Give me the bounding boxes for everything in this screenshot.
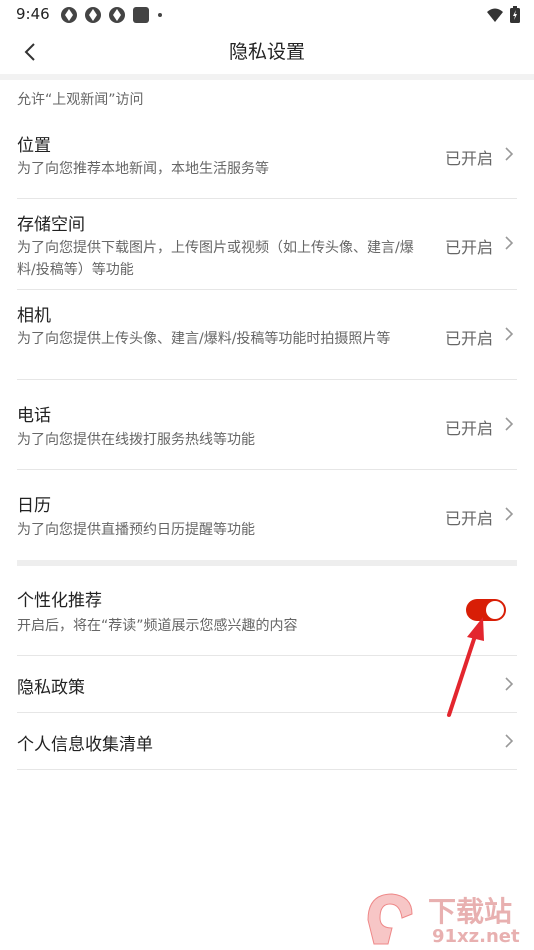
permission-status: 已开启	[444, 509, 493, 528]
permission-status: 已开启	[444, 329, 493, 348]
app-notification-icon	[133, 7, 149, 23]
notification-icon	[85, 7, 101, 23]
permission-status: 已开启	[444, 419, 493, 438]
permission-title: 存储空间	[17, 215, 85, 235]
permission-row-phone[interactable]: 电话 为了向您提供在线拨打服务热线等功能 已开启	[17, 380, 517, 470]
header-separator	[0, 74, 534, 80]
permission-row-location[interactable]: 位置 为了向您推荐本地新闻，本地生活服务等 已开启	[17, 110, 517, 199]
watermark-site: 91xz.net	[432, 926, 520, 947]
annotation-arrow-icon	[447, 617, 484, 717]
section-caption: 允许“上观新闻”访问	[17, 92, 144, 108]
permission-status: 已开启	[444, 149, 493, 168]
status-right	[486, 6, 520, 23]
permission-row-storage[interactable]: 存储空间 为了向您提供下载图片，上传图片或视频（如上传头像、建言/爆料/投稿等）…	[17, 199, 517, 290]
permission-title: 相机	[17, 306, 51, 326]
chevron-right-icon	[505, 236, 514, 250]
permission-title: 电话	[17, 406, 51, 426]
chevron-right-icon	[505, 677, 514, 691]
permission-title: 日历	[17, 496, 51, 516]
status-bar: 9:46	[0, 0, 534, 28]
personal-info-list-label: 个人信息收集清单	[17, 735, 153, 755]
watermark-text: 下载站	[428, 895, 513, 928]
permission-row-camera[interactable]: 相机 为了向您提供上传头像、建言/爆料/投稿等功能时拍摄照片等 已开启	[17, 290, 517, 380]
permission-title: 位置	[17, 136, 51, 156]
personalization-desc: 开启后，将在“荐读”频道展示您感兴趣的内容	[17, 618, 298, 634]
permission-desc: 为了向您提供直播预约日历提醒等功能	[17, 522, 255, 538]
notification-icon	[109, 7, 125, 23]
personalization-title: 个性化推荐	[17, 591, 102, 611]
notification-icons	[60, 6, 164, 24]
notification-icon	[61, 7, 77, 23]
watermark-logo-icon	[367, 893, 413, 945]
permission-desc: 为了向您提供在线拨打服务热线等功能	[17, 432, 255, 448]
permission-desc: 为了向您提供上传头像、建言/爆料/投稿等功能时拍摄照片等	[17, 331, 391, 347]
chevron-right-icon	[505, 734, 514, 748]
permission-desc: 为了向您提供下载图片，上传图片或视频（如上传头像、建言/爆料/投稿等）等功能	[17, 240, 414, 278]
chevron-right-icon	[505, 147, 514, 161]
permission-desc: 为了向您推荐本地新闻，本地生活服务等	[17, 161, 269, 177]
wifi-icon	[487, 8, 503, 22]
header: 隐私设置	[0, 28, 534, 74]
chevron-right-icon	[505, 417, 514, 431]
page-title: 隐私设置	[228, 41, 305, 63]
permission-row-calendar[interactable]: 日历 为了向您提供直播预约日历提醒等功能 已开启	[17, 470, 517, 559]
personal-info-list-row[interactable]: 个人信息收集清单	[17, 713, 517, 770]
more-notifications-dot-icon	[158, 13, 162, 17]
battery-icon	[510, 6, 520, 23]
chevron-right-icon	[505, 327, 514, 341]
privacy-policy-label: 隐私政策	[17, 678, 85, 698]
chevron-right-icon	[505, 507, 514, 521]
site-watermark: 下载站 91xz.net	[362, 888, 534, 950]
permission-status: 已开启	[444, 238, 493, 257]
status-time: 9:46	[16, 5, 50, 23]
